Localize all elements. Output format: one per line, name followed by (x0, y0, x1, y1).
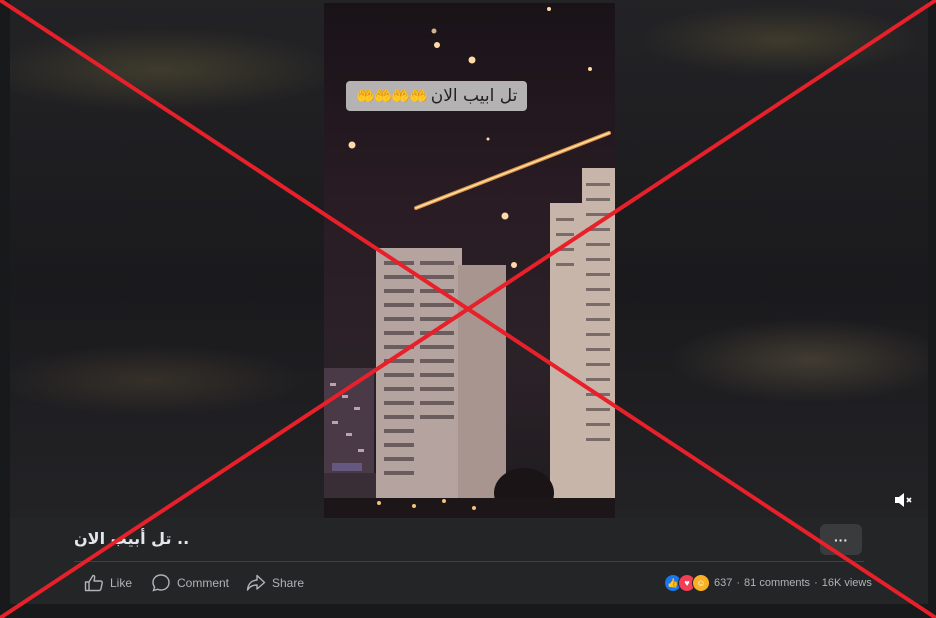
like-label: Like (110, 576, 133, 590)
reaction-count[interactable]: 637 (714, 577, 732, 589)
post-stats: 👍 ♥ ☺ 637 · 81 comments · 16K views (664, 572, 872, 594)
video-frame[interactable]: 🤲🤲🤲🤲 تل ابيب الان (324, 3, 615, 518)
reaction-icons[interactable]: 👍 ♥ ☺ (664, 574, 710, 592)
stats-separator: · (736, 577, 741, 589)
comment-button[interactable]: Comment (151, 572, 229, 594)
comment-bubble-icon (152, 574, 170, 592)
video-player[interactable]: 🤲🤲🤲🤲 تل ابيب الان (10, 0, 928, 518)
views-count: 16K views (821, 577, 872, 589)
divider (74, 561, 864, 562)
comment-label: Comment (177, 576, 230, 590)
video-caption-overlay: 🤲🤲🤲🤲 تل ابيب الان (346, 81, 528, 111)
comments-count[interactable]: 81 comments (744, 577, 810, 589)
post-title: تل أبيب الان .. (74, 529, 190, 548)
raised-hands-emoji: 🤲🤲🤲🤲 (356, 87, 428, 105)
post-card: 🤲🤲🤲🤲 تل ابيب الان تل أبيب الان .. ··· Li… (10, 0, 928, 604)
stats-separator: · (814, 577, 818, 589)
thumbs-up-icon (84, 574, 103, 592)
mute-toggle-button[interactable] (890, 488, 916, 512)
post-title-container: تل أبيب الان .. (74, 529, 189, 549)
like-button[interactable]: Like (84, 572, 132, 594)
video-caption-text: تل ابيب الان (430, 86, 518, 106)
more-options-icon: ··· (834, 531, 848, 548)
share-arrow-icon (246, 574, 266, 591)
share-button[interactable]: Share (246, 572, 304, 594)
care-reaction-icon: ☺ (692, 574, 710, 592)
share-label: Share (272, 576, 305, 590)
volume-muted-icon (895, 493, 912, 507)
more-options-button[interactable]: ··· (820, 524, 862, 555)
